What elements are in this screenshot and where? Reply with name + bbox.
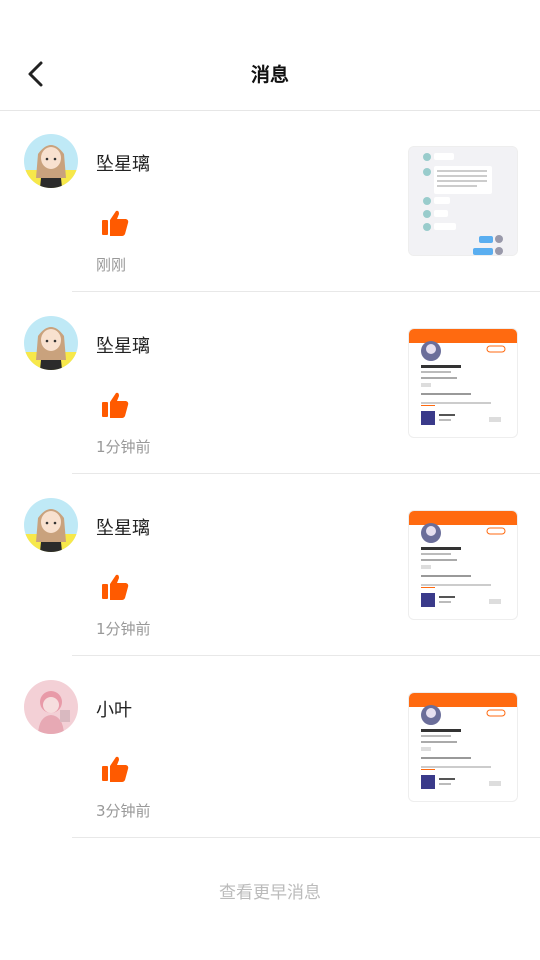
top-bar: 消息 [0, 38, 540, 111]
sender-name: 坠星璃 [96, 336, 150, 357]
avatar[interactable] [24, 498, 78, 552]
avatar[interactable] [24, 316, 78, 370]
avatar[interactable] [24, 680, 78, 734]
message-time: 1分钟前 [96, 438, 151, 456]
chat-thumbnail[interactable] [408, 146, 518, 256]
avatar[interactable] [24, 134, 78, 188]
message-item[interactable]: 小叶 3分钟前 [0, 656, 540, 838]
message-time: 刚刚 [96, 256, 127, 274]
divider [72, 837, 540, 838]
message-item[interactable]: 坠星璃 1分钟前 [0, 474, 540, 656]
profile-thumbnail[interactable] [408, 510, 518, 620]
page-title: 消息 [250, 64, 289, 86]
sender-name: 坠星璃 [96, 154, 150, 175]
thumbs-up-icon [100, 208, 130, 238]
thumbs-up-icon [100, 754, 130, 784]
sender-name: 坠星璃 [96, 518, 150, 539]
thumbs-up-icon [100, 390, 130, 420]
message-item[interactable]: 坠星璃 刚刚 [0, 110, 540, 292]
thumbs-up-icon [100, 572, 130, 602]
message-time: 1分钟前 [96, 620, 151, 638]
sender-name: 小叶 [96, 700, 132, 721]
view-earlier-messages-link[interactable]: 查看更早消息 [0, 878, 540, 903]
message-item[interactable]: 坠星璃 1分钟前 [0, 292, 540, 474]
profile-thumbnail[interactable] [408, 328, 518, 438]
message-time: 3分钟前 [96, 802, 151, 820]
profile-thumbnail[interactable] [408, 692, 518, 802]
